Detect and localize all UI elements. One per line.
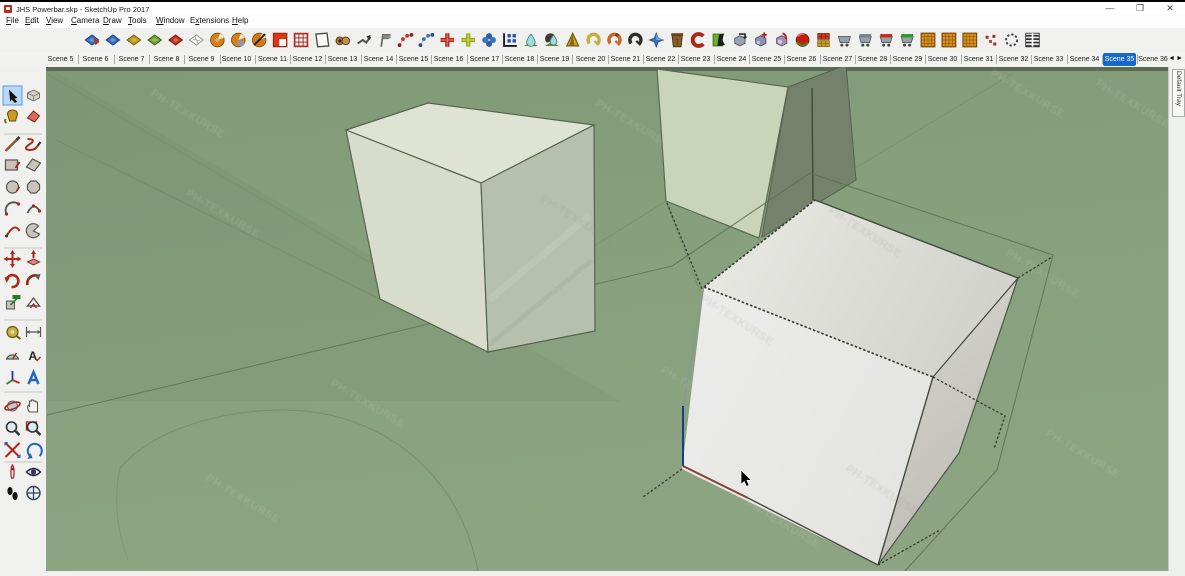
svg-text:A: A: [29, 349, 38, 363]
